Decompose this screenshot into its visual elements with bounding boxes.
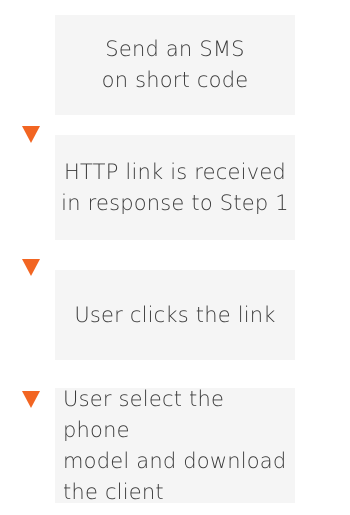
step-2-text: HTTP link is received in response to Ste… <box>61 159 289 215</box>
triangle-down-icon <box>22 391 40 408</box>
step-4-box: User select the phone model and download… <box>55 387 295 504</box>
step-2-box: HTTP link is received in response to Ste… <box>55 135 295 240</box>
step-4-text: User select the phone model and download… <box>63 386 287 504</box>
step-3-text: User clicks the link <box>74 302 276 327</box>
step-3-box: User clicks the link <box>55 270 295 360</box>
step-1-box: Send an SMS on short code <box>55 15 295 115</box>
triangle-down-icon <box>22 259 40 276</box>
triangle-down-icon <box>22 126 40 143</box>
step-1-text: Send an SMS on short code <box>101 37 249 92</box>
